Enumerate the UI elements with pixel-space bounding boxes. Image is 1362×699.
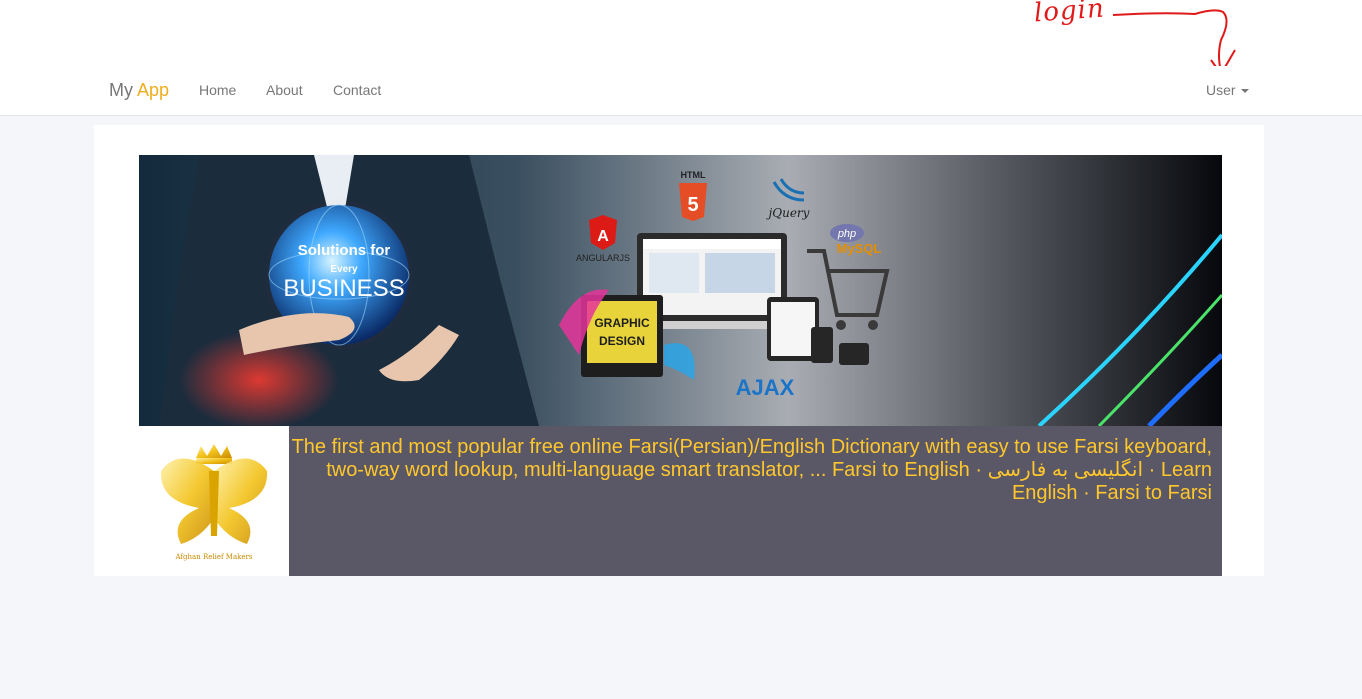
banner-tech-graphic: GRAPHIC <box>594 316 650 330</box>
banner-headline-top: Solutions for <box>298 242 391 259</box>
banner-tech-design: DESIGN <box>599 334 645 348</box>
banner-tech-mysql: MySQL <box>837 241 882 256</box>
banner-tech-html-num: 5 <box>687 194 698 216</box>
user-dropdown[interactable]: User <box>1206 82 1249 98</box>
org-logo-caption: Afghan Relief Makers <box>175 553 253 561</box>
hero-banner-image: Solutions for Every BUSINESS GRAPHIC DES… <box>139 155 1222 426</box>
user-dropdown-label: User <box>1206 82 1236 98</box>
brand-accent: App <box>137 80 170 100</box>
banner-tech-php: php <box>837 228 856 240</box>
navbar: My App Home About Contact User <box>0 66 1362 116</box>
content-panel: Solutions for Every BUSINESS GRAPHIC DES… <box>94 125 1264 576</box>
brand-logo[interactable]: My App <box>109 80 169 101</box>
banner-tech-ajax: AJAX <box>736 375 795 400</box>
banner-tech-angular: ANGULARJS <box>576 253 630 263</box>
nav-contact-link[interactable]: Contact <box>333 82 381 98</box>
nav-about-link[interactable]: About <box>266 82 303 98</box>
info-strip: Afghan Relief Makers The first and most … <box>139 426 1222 576</box>
banner-headline-mid: Every <box>330 264 358 275</box>
site-description: The first and most popular free online F… <box>291 436 1212 504</box>
brand-main: My <box>109 80 133 100</box>
butterfly-crown-icon: Afghan Relief Makers <box>160 444 268 561</box>
nav-home-link[interactable]: Home <box>199 82 236 98</box>
org-logo: Afghan Relief Makers <box>139 426 289 576</box>
banner-headline-main: BUSINESS <box>283 275 404 302</box>
banner-tech-html: HTML <box>681 170 706 180</box>
hero-banner: Solutions for Every BUSINESS GRAPHIC DES… <box>139 155 1222 426</box>
banner-tech-jquery: jQuery <box>766 206 810 220</box>
svg-text:A: A <box>597 228 609 245</box>
caret-down-icon <box>1240 89 1249 94</box>
